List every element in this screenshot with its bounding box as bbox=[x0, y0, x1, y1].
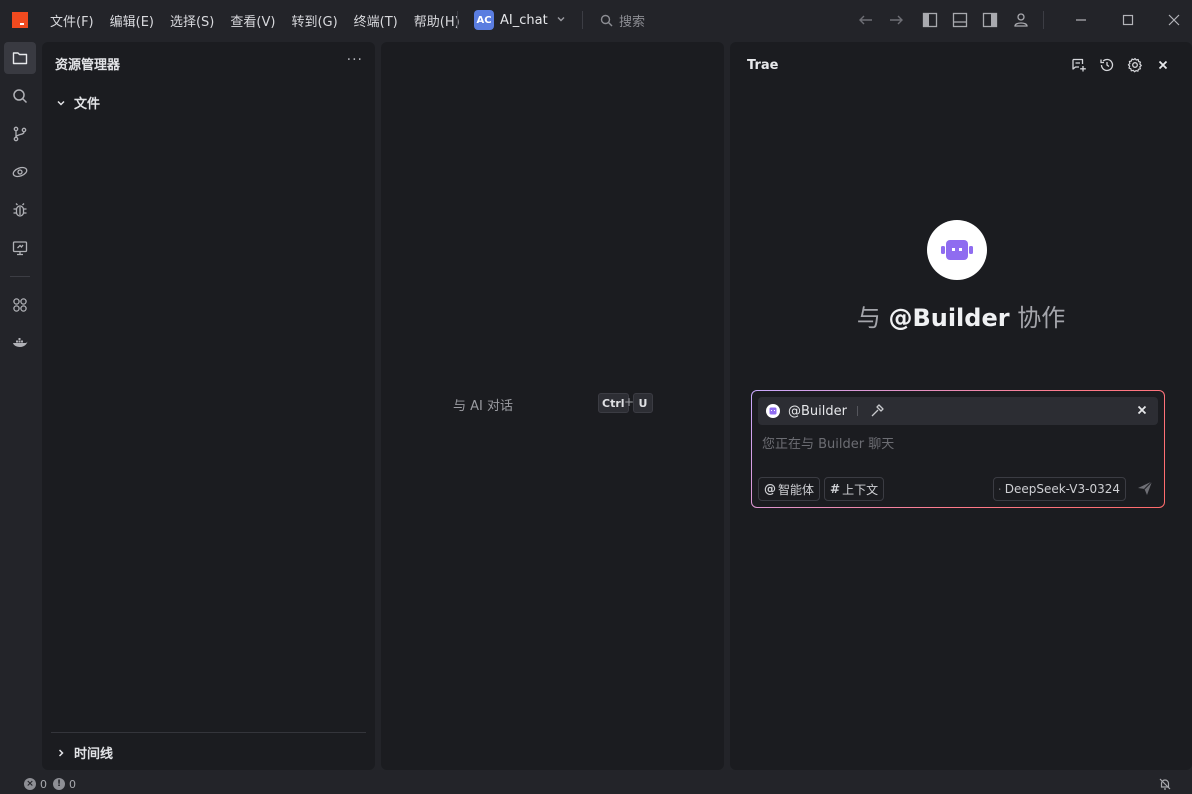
new-chat-icon[interactable] bbox=[1070, 56, 1088, 74]
menu-goto[interactable]: 转到(G) bbox=[291, 11, 337, 30]
explorer-title: 资源管理器 bbox=[55, 58, 121, 73]
search-activity-icon[interactable] bbox=[4, 80, 36, 112]
title-divider bbox=[582, 11, 583, 29]
at-icon: @ bbox=[764, 482, 776, 496]
remote-explorer-icon[interactable] bbox=[4, 156, 36, 188]
files-section-header[interactable]: 文件 bbox=[56, 93, 100, 112]
account-icon[interactable] bbox=[1012, 11, 1030, 29]
timeline-section-label: 时间线 bbox=[74, 747, 114, 762]
collab-heading: 与 @Builder 协作 bbox=[730, 298, 1192, 333]
toggle-bottom-panel-icon[interactable] bbox=[951, 11, 969, 29]
source-control-icon[interactable] bbox=[4, 118, 36, 150]
hammer-icon[interactable] bbox=[870, 404, 884, 418]
files-section-label: 文件 bbox=[74, 97, 101, 112]
shortcut-key-u: U bbox=[633, 393, 653, 413]
chat-input-placeholder: 您正在与 Builder 聊天 bbox=[762, 437, 895, 452]
project-badge: AC bbox=[474, 10, 494, 30]
ai-chat-hint: 与 AI 对话 bbox=[453, 399, 513, 414]
agent-chip[interactable]: @Builder bbox=[758, 397, 1158, 425]
section-divider bbox=[51, 732, 366, 733]
activity-separator bbox=[10, 276, 30, 277]
chevron-down-icon bbox=[57, 100, 65, 106]
chat-panel: Trae 与 @Builder 协作 @Builder 您正在与 Builder… bbox=[730, 42, 1192, 770]
error-count: 0 bbox=[40, 777, 47, 791]
model-name: DeepSeek-V3-0324 bbox=[1004, 482, 1120, 496]
chevron-right-icon bbox=[58, 748, 64, 757]
agent-mention-button[interactable]: @ 智能体 bbox=[758, 477, 821, 501]
close-icon[interactable] bbox=[1154, 56, 1172, 74]
project-name: AI_chat bbox=[500, 12, 548, 28]
robot-icon bbox=[941, 240, 973, 260]
title-divider bbox=[1043, 11, 1044, 29]
timeline-section-header[interactable]: 时间线 bbox=[56, 743, 113, 762]
model-selector[interactable]: DeepSeek-V3-0324 bbox=[993, 477, 1126, 501]
chat-title: Trae bbox=[747, 58, 779, 73]
collab-suffix: 协作 bbox=[1009, 304, 1066, 332]
forward-arrow-icon[interactable] bbox=[887, 11, 905, 29]
search-box[interactable]: 搜索 bbox=[600, 11, 645, 30]
explorer-activity-icon[interactable] bbox=[4, 42, 36, 74]
title-bar: 文件(F) 编辑(E) 选择(S) 查看(V) 转到(G) 终端(T) 帮助(H… bbox=[0, 0, 1192, 40]
app-logo bbox=[12, 12, 28, 28]
notifications-muted-icon[interactable] bbox=[1158, 777, 1172, 791]
explorer-panel: 资源管理器 ··· 文件 时间线 bbox=[42, 42, 375, 770]
menu-help[interactable]: 帮助(H) bbox=[414, 11, 460, 30]
more-actions-button[interactable]: ··· bbox=[347, 52, 363, 68]
collab-agent: @Builder bbox=[888, 304, 1010, 332]
docker-icon[interactable] bbox=[4, 327, 36, 359]
deepseek-whale-icon bbox=[999, 488, 1001, 490]
context-button[interactable]: # 上下文 bbox=[824, 477, 885, 501]
toggle-left-panel-icon[interactable] bbox=[921, 11, 939, 29]
error-icon: × bbox=[24, 778, 36, 790]
robot-icon bbox=[766, 404, 780, 418]
title-divider bbox=[457, 11, 458, 29]
menu-file[interactable]: 文件(F) bbox=[50, 11, 94, 30]
search-placeholder: 搜索 bbox=[619, 15, 646, 30]
send-icon[interactable] bbox=[1136, 479, 1154, 497]
minimize-icon[interactable] bbox=[1072, 11, 1090, 29]
project-switcher[interactable]: AC AI_chat bbox=[474, 10, 566, 30]
search-icon bbox=[600, 14, 613, 27]
builder-bot-avatar bbox=[927, 220, 987, 280]
status-bar: × 0 ! 0 bbox=[0, 774, 1192, 794]
debug-icon[interactable] bbox=[4, 194, 36, 226]
warning-icon: ! bbox=[53, 778, 65, 790]
context-label: 上下文 bbox=[842, 482, 879, 497]
warning-count: 0 bbox=[69, 777, 76, 791]
menu-view[interactable]: 查看(V) bbox=[230, 11, 275, 30]
menu-select[interactable]: 选择(S) bbox=[170, 11, 214, 30]
activity-bar bbox=[0, 40, 40, 774]
menu-edit[interactable]: 编辑(E) bbox=[110, 11, 154, 30]
collab-prefix: 与 bbox=[856, 304, 889, 332]
preview-monitor-icon[interactable] bbox=[4, 232, 36, 264]
toggle-right-panel-icon[interactable] bbox=[981, 11, 999, 29]
agent-chip-name: @Builder bbox=[788, 403, 847, 419]
chevron-down-icon bbox=[556, 14, 566, 27]
gear-icon[interactable] bbox=[1126, 56, 1144, 74]
editor-panel: 与 AI 对话 Ctrl + U bbox=[381, 42, 724, 770]
maximize-icon[interactable] bbox=[1119, 11, 1137, 29]
menu-bar: 文件(F) 编辑(E) 选择(S) 查看(V) 转到(G) 终端(T) 帮助(H… bbox=[50, 0, 476, 40]
back-arrow-icon[interactable] bbox=[857, 11, 875, 29]
history-icon[interactable] bbox=[1098, 56, 1116, 74]
chat-input-box[interactable]: @Builder 您正在与 Builder 聊天 @ 智能体 # 上下文 DeepS… bbox=[751, 390, 1165, 508]
hash-icon: # bbox=[830, 482, 841, 496]
close-window-icon[interactable] bbox=[1165, 11, 1183, 29]
menu-terminal[interactable]: 终端(T) bbox=[354, 11, 398, 30]
extensions-icon[interactable] bbox=[4, 289, 36, 321]
close-icon[interactable] bbox=[1135, 403, 1149, 417]
agent-mention-label: 智能体 bbox=[778, 482, 815, 497]
problems-indicator[interactable]: × 0 ! 0 bbox=[24, 778, 76, 791]
chip-separator bbox=[856, 406, 858, 416]
